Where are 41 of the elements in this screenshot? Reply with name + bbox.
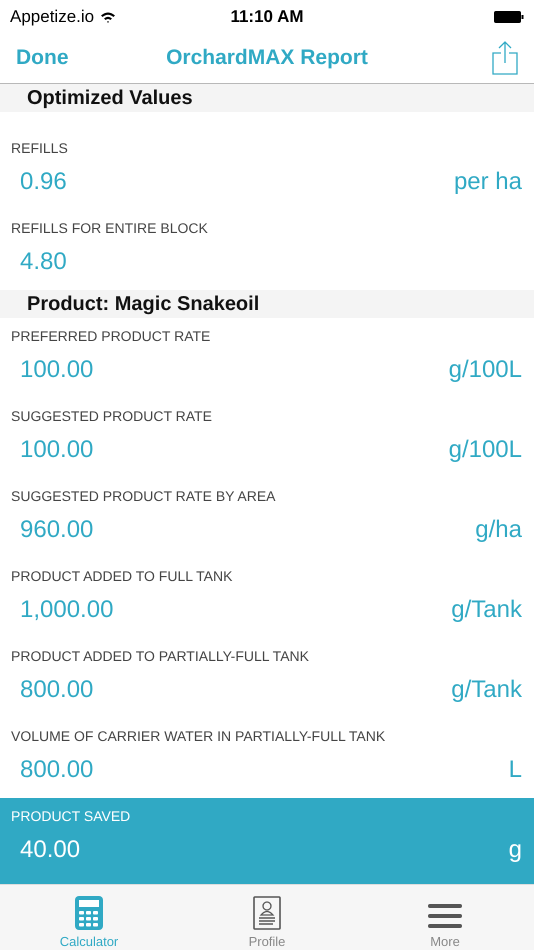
unit-label: g/Tank [451,676,522,704]
field-value: 4.80 [20,248,67,276]
done-button[interactable]: Done [16,46,68,70]
section-header: Product: Magic Snakeoil [0,290,534,318]
calculator-icon [75,896,103,930]
field-label: VOLUME OF CARRIER WATER IN PARTIALLY-FULL TANK [11,728,386,744]
section-header: Optimized Values [0,84,534,112]
field-label: PRODUCT ADDED TO FULL TANK [11,568,232,584]
profile-card-icon [253,896,281,930]
field-label: SUGGESTED PRODUCT RATE BY AREA [11,488,276,504]
field-value: 800.00 [20,676,94,704]
field-label: REFILLS [11,140,68,156]
field-value: 800.00 [20,756,94,784]
field-label: PREFERRED PRODUCT RATE [11,328,210,344]
unit-label: g [508,836,522,864]
field-label: PRODUCT SAVED [11,808,130,824]
carrier-name: Appetize.io [10,6,94,26]
tab-bar-item[interactable]: Calculator [0,885,178,950]
unit-label: per ha [454,168,522,196]
field-value: 100.00 [20,436,94,464]
field-value: 100.00 [20,356,94,384]
status-time: 11:10 AM [230,6,304,26]
unit-label: g/Tank [451,596,522,624]
field-value: 1,000.00 [20,596,114,624]
field-label: REFILLS FOR ENTIRE BLOCK [11,220,208,236]
unit-label: g/100L [448,436,522,464]
field-label: SUGGESTED PRODUCT RATE [11,408,212,424]
wifi-icon [100,10,116,22]
tab-bar-item[interactable]: More [356,885,534,950]
nav-title: OrchardMAX Report [166,46,368,70]
field-label: PRODUCT ADDED TO PARTIALLY-FULL TANK [11,648,309,664]
share-icon[interactable] [492,41,518,75]
field-value: 0.96 [20,168,67,196]
unit-label: L [508,756,522,784]
field-value: 40.00 [20,836,80,864]
battery-icon [494,10,524,22]
tab-bar-item[interactable]: Profile [178,885,356,950]
menu-icon [428,902,462,930]
field-value: 960.00 [20,516,94,544]
unit-label: g/ha [475,516,522,544]
unit-label: g/100L [448,356,522,384]
